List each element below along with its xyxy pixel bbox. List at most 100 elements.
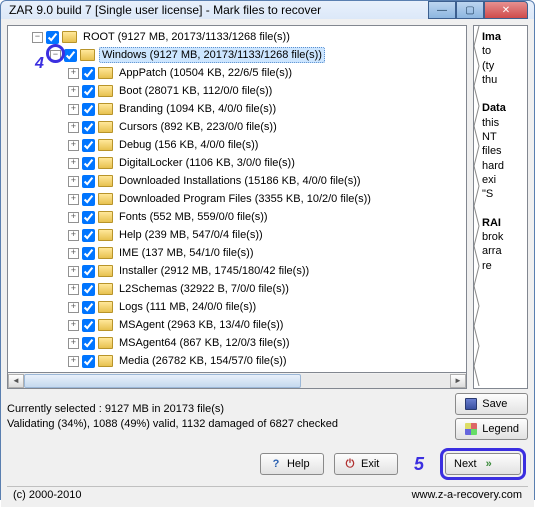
- expand-toggle[interactable]: +: [68, 356, 79, 367]
- tree-checkbox[interactable]: [82, 355, 95, 368]
- expand-toggle[interactable]: +: [68, 194, 79, 205]
- horizontal-scrollbar[interactable]: ◄ ►: [7, 373, 467, 389]
- scroll-thumb[interactable]: [24, 374, 301, 388]
- tree-label[interactable]: Cursors (892 KB, 223/0/0 file(s)): [117, 120, 279, 134]
- folder-tree[interactable]: 4 −ROOT (9127 MB, 20173/1133/1268 file(s…: [7, 25, 467, 373]
- next-arrow-icon: »: [481, 457, 495, 471]
- exit-label: Exit: [361, 458, 379, 470]
- tree-label[interactable]: Installer (2912 MB, 1745/180/42 file(s)): [117, 264, 311, 278]
- expand-toggle[interactable]: +: [68, 158, 79, 169]
- expand-toggle[interactable]: +: [68, 302, 79, 313]
- scroll-left-button[interactable]: ◄: [8, 374, 24, 388]
- copyright-text: (c) 2000-2010: [13, 489, 82, 501]
- tree-checkbox[interactable]: [82, 157, 95, 170]
- tree-row[interactable]: + Cursors (892 KB, 223/0/0 file(s)): [8, 118, 466, 136]
- expand-toggle[interactable]: +: [68, 284, 79, 295]
- tree-checkbox[interactable]: [82, 193, 95, 206]
- status-text: Currently selected : 9127 MB in 20173 fi…: [7, 402, 451, 432]
- client-area: 4 −ROOT (9127 MB, 20173/1133/1268 file(s…: [1, 19, 534, 507]
- tree-checkbox[interactable]: [82, 247, 95, 260]
- expand-toggle[interactable]: +: [68, 248, 79, 259]
- tree-row[interactable]: + Downloaded Installations (15186 KB, 4/0…: [8, 172, 466, 190]
- tree-row[interactable]: + MSAgent64 (867 KB, 12/0/3 file(s)): [8, 334, 466, 352]
- tree-label[interactable]: Boot (28071 KB, 112/0/0 file(s)): [117, 84, 274, 98]
- folder-icon: [98, 247, 113, 259]
- legend-button[interactable]: Legend: [455, 418, 528, 440]
- tree-label[interactable]: Windows (9127 MB, 20173/1133/1268 file(s…: [99, 47, 325, 63]
- tree-row[interactable]: + Branding (1094 KB, 4/0/0 file(s)): [8, 100, 466, 118]
- minimize-button[interactable]: —: [428, 1, 456, 19]
- tree-checkbox[interactable]: [82, 301, 95, 314]
- tree-checkbox[interactable]: [82, 211, 95, 224]
- tree-row[interactable]: + Boot (28071 KB, 112/0/0 file(s)): [8, 82, 466, 100]
- tree-label[interactable]: Debug (156 KB, 4/0/0 file(s)): [117, 138, 260, 152]
- side-h1: Ima: [482, 31, 501, 43]
- tree-label[interactable]: Fonts (552 MB, 559/0/0 file(s)): [117, 210, 270, 224]
- tree-row[interactable]: + Logs (111 MB, 24/0/0 file(s)): [8, 298, 466, 316]
- tree-row[interactable]: − ROOT (9127 MB, 20173/1133/1268 file(s)): [8, 28, 466, 46]
- expand-toggle[interactable]: +: [68, 212, 79, 223]
- tree-row[interactable]: + Help (239 MB, 547/0/4 file(s)): [8, 226, 466, 244]
- tree-row[interactable]: + Debug (156 KB, 4/0/0 file(s)): [8, 136, 466, 154]
- tree-label[interactable]: Logs (111 MB, 24/0/0 file(s)): [117, 300, 258, 314]
- tree-label[interactable]: MSAgent (2963 KB, 13/4/0 file(s)): [117, 318, 285, 332]
- expand-toggle[interactable]: +: [68, 140, 79, 151]
- tree-row[interactable]: + L2Schemas (32922 B, 7/0/0 file(s)): [8, 280, 466, 298]
- side-l5: NT: [482, 131, 497, 143]
- tree-row[interactable]: − Windows (9127 MB, 20173/1133/1268 file(…: [8, 46, 466, 64]
- expand-toggle[interactable]: +: [68, 176, 79, 187]
- folder-icon: [98, 301, 113, 313]
- tree-label[interactable]: Branding (1094 KB, 4/0/0 file(s)): [117, 102, 278, 116]
- tree-checkbox[interactable]: [82, 337, 95, 350]
- help-button[interactable]: ?Help: [260, 453, 324, 475]
- expand-toggle[interactable]: +: [68, 230, 79, 241]
- maximize-button[interactable]: ▢: [456, 1, 484, 19]
- tree-checkbox[interactable]: [82, 85, 95, 98]
- scroll-right-button[interactable]: ►: [450, 374, 466, 388]
- titlebar[interactable]: ZAR 9.0 build 7 [Single user license] - …: [1, 1, 534, 19]
- tree-checkbox[interactable]: [82, 67, 95, 80]
- tree-label[interactable]: IME (137 MB, 54/1/0 file(s)): [117, 246, 256, 260]
- tree-checkbox[interactable]: [82, 265, 95, 278]
- tree-label[interactable]: AppPatch (10504 KB, 22/6/5 file(s)): [117, 66, 294, 80]
- tree-checkbox[interactable]: [82, 175, 95, 188]
- next-button[interactable]: Next»: [445, 453, 521, 475]
- tree-label[interactable]: Help (239 MB, 547/0/4 file(s)): [117, 228, 265, 242]
- expand-toggle[interactable]: +: [68, 68, 79, 79]
- tree-row[interactable]: + DigitalLocker (1106 KB, 3/0/0 file(s)): [8, 154, 466, 172]
- exit-button[interactable]: ⏻Exit: [334, 453, 398, 475]
- tree-row[interactable]: + MSAgent (2963 KB, 13/4/0 file(s)): [8, 316, 466, 334]
- expand-toggle[interactable]: −: [50, 50, 61, 61]
- tree-checkbox[interactable]: [46, 31, 59, 44]
- tree-checkbox[interactable]: [82, 319, 95, 332]
- tree-row[interactable]: + Installer (2912 MB, 1745/180/42 file(s)…: [8, 262, 466, 280]
- tree-label[interactable]: ROOT (9127 MB, 20173/1133/1268 file(s)): [81, 30, 292, 44]
- expand-toggle[interactable]: +: [68, 320, 79, 331]
- tree-row[interactable]: + Downloaded Program Files (3355 KB, 10/2…: [8, 190, 466, 208]
- tree-row[interactable]: + IME (137 MB, 54/1/0 file(s)): [8, 244, 466, 262]
- tree-label[interactable]: Downloaded Program Files (3355 KB, 10/2/…: [117, 192, 373, 206]
- tree-label[interactable]: L2Schemas (32922 B, 7/0/0 file(s)): [117, 282, 291, 296]
- expand-toggle[interactable]: +: [68, 122, 79, 133]
- tree-checkbox[interactable]: [82, 121, 95, 134]
- tree-label[interactable]: Media (26782 KB, 154/57/0 file(s)): [117, 354, 289, 368]
- tree-label[interactable]: Downloaded Installations (15186 KB, 4/0/…: [117, 174, 363, 188]
- expand-toggle[interactable]: +: [68, 266, 79, 277]
- expand-toggle[interactable]: +: [68, 338, 79, 349]
- tree-label[interactable]: DigitalLocker (1106 KB, 3/0/0 file(s)): [117, 156, 297, 170]
- tree-checkbox[interactable]: [82, 283, 95, 296]
- scroll-track[interactable]: [24, 374, 450, 388]
- tree-checkbox[interactable]: [82, 229, 95, 242]
- tree-label[interactable]: MSAgent64 (867 KB, 12/0/3 file(s)): [117, 336, 292, 350]
- expand-toggle[interactable]: +: [68, 104, 79, 115]
- tree-checkbox[interactable]: [64, 49, 77, 62]
- tree-row[interactable]: + Media (26782 KB, 154/57/0 file(s)): [8, 352, 466, 370]
- expand-toggle[interactable]: −: [32, 32, 43, 43]
- tree-row[interactable]: + AppPatch (10504 KB, 22/6/5 file(s)): [8, 64, 466, 82]
- tree-row[interactable]: + Fonts (552 MB, 559/0/0 file(s)): [8, 208, 466, 226]
- close-button[interactable]: ✕: [484, 1, 528, 19]
- tree-checkbox[interactable]: [82, 139, 95, 152]
- save-button[interactable]: Save: [455, 393, 528, 415]
- tree-checkbox[interactable]: [82, 103, 95, 116]
- expand-toggle[interactable]: +: [68, 86, 79, 97]
